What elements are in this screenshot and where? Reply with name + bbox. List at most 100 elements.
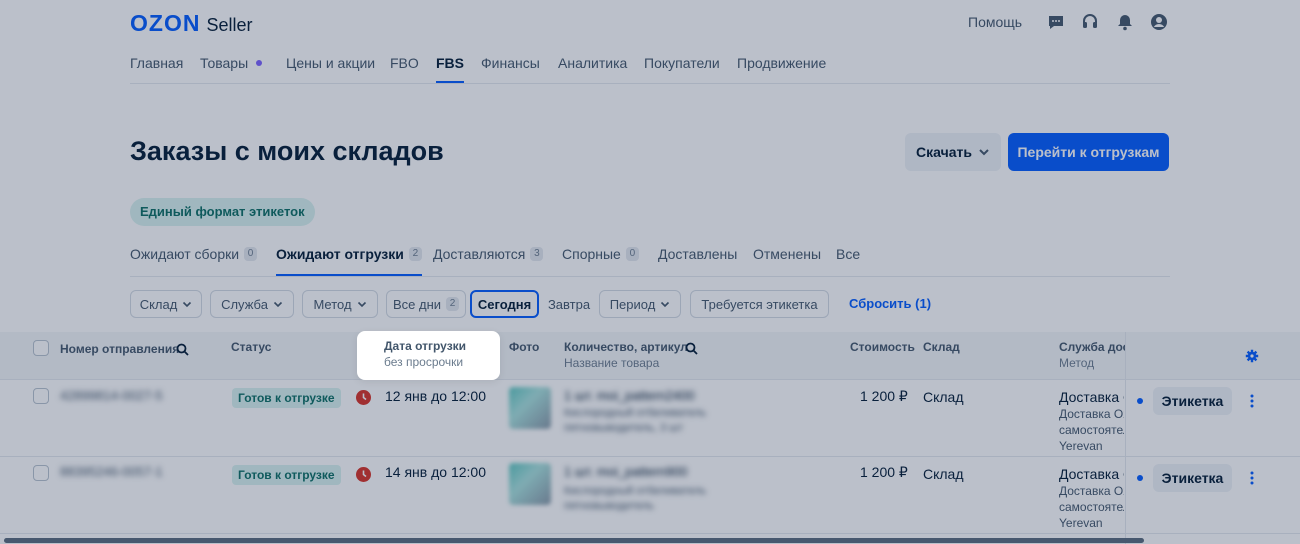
tab-label: Все [836, 246, 861, 262]
product-name-line[interactable]: Кислородный отбеливатель [564, 407, 706, 419]
tab-awaiting-packaging[interactable]: Ожидают сборки 0 [130, 245, 258, 276]
filter-all-days[interactable]: Все дни 2 [386, 290, 466, 318]
tab-delivered[interactable]: Доставлены [658, 245, 737, 276]
tab-cancelled[interactable]: Отменены [753, 245, 821, 276]
tab-label: Отменены [753, 246, 822, 262]
horizontal-scrollbar[interactable] [0, 536, 1300, 544]
nav-item-analytics[interactable]: Аналитика [558, 54, 627, 83]
tab-label: Спорные [562, 246, 621, 262]
tab-awaiting-shipment[interactable]: Ожидают отгрузки 2 [276, 245, 422, 276]
product-name-line[interactable]: пятновыводитель [564, 500, 654, 512]
product-photo[interactable] [509, 463, 551, 505]
fbs-orders-page: OZON Seller Помощь Главная Товары Цены и… [0, 0, 1300, 544]
filter-label: Период [609, 296, 656, 312]
tab-label: Ожидают сборки [130, 246, 240, 262]
filter-method[interactable]: Метод [302, 290, 378, 318]
products-notification-dot [256, 60, 262, 66]
tab-count: 3 [530, 247, 544, 261]
product-name-line[interactable]: Кислородный отбеливатель [564, 485, 706, 497]
help-link[interactable]: Помощь [968, 14, 1022, 30]
search-icon[interactable] [176, 343, 189, 356]
sticky-column-divider [1125, 332, 1126, 544]
tab-label: Доставляются [433, 246, 526, 262]
print-label-button[interactable]: Этикетка [1153, 387, 1232, 415]
column-service: Служба доставки [1059, 340, 1125, 354]
filter-service[interactable]: Служба [210, 290, 294, 318]
nav-item-products[interactable]: Товары [200, 54, 248, 83]
filter-tomorrow[interactable]: Завтра [542, 290, 596, 318]
profile-icon[interactable] [1150, 13, 1168, 31]
shipment-number[interactable]: 88395246-0057-1 [60, 464, 163, 479]
main-navigation: Главная Товары Цены и акции FBO FBS Фина… [130, 54, 1170, 84]
order-price: 1 200 ₽ [860, 464, 908, 480]
warehouse-name: Склад [923, 389, 964, 405]
column-quantity-sub: Название товара [564, 356, 660, 370]
chevron-down-icon [183, 301, 192, 308]
row-checkbox[interactable] [33, 465, 49, 481]
product-photo[interactable] [509, 387, 551, 429]
select-all-checkbox[interactable] [33, 340, 49, 356]
filter-needs-label[interactable]: Требуется этикетка [690, 290, 829, 318]
download-button-label: Скачать [916, 144, 972, 160]
column-status: Статус [231, 340, 272, 354]
unified-label-format-badge[interactable]: Единый формат этикеток [130, 198, 315, 226]
tab-disputed[interactable]: Спорные 0 [562, 245, 639, 276]
tab-all[interactable]: Все [836, 245, 860, 276]
product-name-line[interactable]: пятновыводитель, 3 шт [564, 422, 683, 434]
highlighted-column-date[interactable]: Дата отгрузки без просрочки [357, 331, 500, 380]
tab-label: Ожидают отгрузки [276, 246, 404, 262]
column-date-sub: без просрочки [384, 355, 464, 369]
filter-today[interactable]: Сегодня [470, 290, 539, 318]
delivery-title: Доставка Ozon [1059, 389, 1124, 405]
search-icon[interactable] [685, 342, 698, 355]
gear-icon[interactable] [1245, 349, 1259, 363]
product-quantity-sku: 1 шт. moi_pattern2400 [564, 388, 695, 403]
filter-count: 2 [446, 297, 460, 311]
table-header: Номер отправления Статус Фото Количество… [0, 332, 1300, 380]
status-badge: Готов к отгрузке [232, 465, 341, 485]
row-checkbox[interactable] [33, 388, 49, 404]
chevron-down-icon [979, 149, 989, 156]
filter-warehouse[interactable]: Склад [130, 290, 202, 318]
nav-item-finance[interactable]: Финансы [481, 54, 540, 83]
page-title: Заказы с моих складов [130, 136, 444, 166]
logo-ozon-text: OZON [130, 10, 201, 36]
reset-filters-link[interactable]: Сбросить (1) [849, 296, 931, 311]
scrollbar-thumb[interactable] [4, 538, 1144, 543]
column-cost: Стоимость [850, 340, 915, 354]
chat-icon[interactable] [1047, 13, 1065, 31]
column-date: Дата отгрузки [384, 339, 467, 353]
chevron-down-icon [661, 301, 670, 308]
print-label-button[interactable]: Этикетка [1153, 464, 1232, 492]
delivery-method: Доставка Ozon [1059, 407, 1124, 421]
nav-item-main[interactable]: Главная [130, 54, 183, 83]
delivery-city: Yerevan [1059, 439, 1103, 453]
go-to-shipments-button[interactable]: Перейти к отгрузкам [1008, 133, 1169, 171]
status-tabs: Ожидают сборки 0 Ожидают отгрузки 2 Дост… [130, 245, 1170, 277]
shipment-date: 14 янв до 12:00 [385, 464, 486, 480]
column-quantity: Количество, артикул [564, 340, 688, 354]
headset-icon[interactable] [1081, 13, 1099, 31]
nav-item-fbo[interactable]: FBO [390, 54, 419, 83]
filter-label: Все дни [392, 296, 442, 312]
filter-label: Метод [313, 296, 352, 312]
tab-delivering[interactable]: Доставляются 3 [433, 245, 544, 276]
nav-item-promotion[interactable]: Продвижение [737, 54, 826, 83]
ozon-seller-logo[interactable]: OZON Seller [130, 10, 252, 37]
download-button[interactable]: Скачать [905, 133, 1001, 171]
nav-item-prices[interactable]: Цены и акции [286, 54, 375, 83]
shipment-number[interactable]: 42899814-0027-5 [60, 388, 163, 403]
status-badge: Готов к отгрузке [232, 388, 341, 408]
filter-period[interactable]: Период [599, 290, 681, 318]
table-row[interactable]: 42899814-0027-5 Готов к отгрузке 12 янв … [0, 381, 1300, 457]
order-price: 1 200 ₽ [860, 388, 908, 404]
more-options-icon[interactable] [1245, 470, 1259, 486]
delivery-title: Доставка Ozon [1059, 466, 1124, 482]
delivery-service: Доставка Ozon Доставка Ozon самостоятель… [1059, 389, 1124, 454]
bell-icon[interactable] [1116, 13, 1134, 31]
more-options-icon[interactable] [1245, 393, 1259, 409]
nav-item-fbs[interactable]: FBS [436, 54, 464, 83]
tab-count: 0 [244, 247, 258, 261]
table-row[interactable]: 88395246-0057-1 Готов к отгрузке 14 янв … [0, 458, 1300, 534]
nav-item-customers[interactable]: Покупатели [644, 54, 720, 83]
